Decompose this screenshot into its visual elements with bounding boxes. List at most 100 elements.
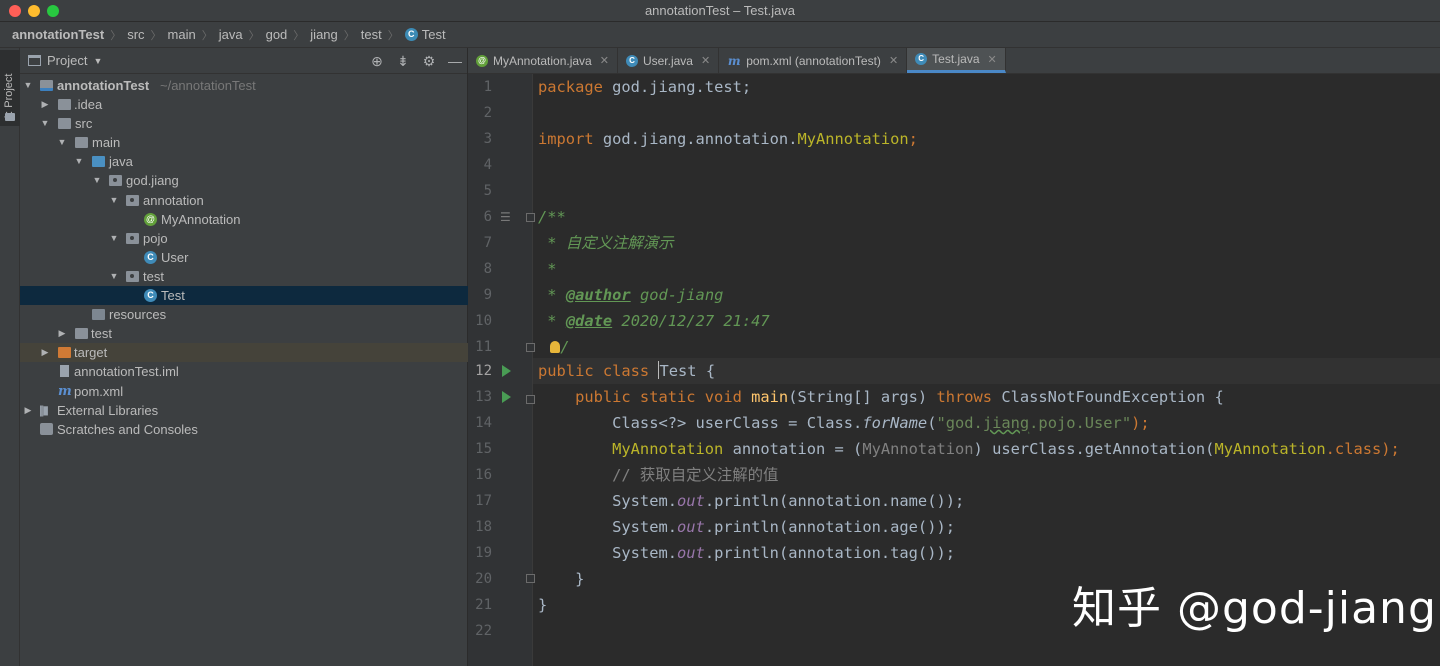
breadcrumb-item-java[interactable]: java [219,27,243,42]
breadcrumb-item-test-class[interactable]: C Test [404,27,446,42]
close-icon[interactable]: ✕ [701,54,710,67]
code-token: MyAnnotation [538,440,724,458]
tree-item-iml[interactable]: annotationTest.iml [20,362,468,381]
class-icon: C [915,53,928,65]
tree-item-annotationtest[interactable]: ▼ annotationTest ~/annotationTest [20,76,468,95]
close-icon[interactable]: ✕ [600,54,609,67]
chevron-down-icon[interactable]: ▼ [23,76,33,95]
close-icon[interactable]: ✕ [889,54,898,67]
tree-item-label: annotationTest.iml [74,364,179,380]
tree-item-resources[interactable]: resources [20,305,468,324]
tree-item-god-jiang[interactable]: ▼ god.jiang [20,171,468,190]
tree-item-test-folder[interactable]: ▶ test [20,324,468,343]
line-number: 22 [475,623,492,639]
class-icon: C [144,289,157,303]
tree-item-java[interactable]: ▼ java [20,152,468,171]
code-token: System. [538,518,677,536]
project-tool-tab[interactable]: 1: Project [0,50,20,126]
breadcrumb-item-main[interactable]: main [168,27,196,42]
tree-item-user[interactable]: C User [20,248,468,267]
fold-icon[interactable] [526,395,535,404]
line-number: 17 [475,493,492,509]
tree-item-pom[interactable]: m pom.xml [20,382,468,401]
chevron-down-icon[interactable]: ▼ [93,56,102,66]
scratches-icon [40,422,53,435]
rendered-doc-icon[interactable]: ☰ [500,204,511,230]
code-line-9: * @author god-jiang [538,282,723,308]
tab-label: MyAnnotation.java [493,53,592,68]
tree-item-target[interactable]: ▶ target [20,343,468,363]
chevron-right-icon[interactable]: ▶ [23,401,33,420]
code-line-11: / [538,334,570,360]
code-token: .println(annotation.age()); [704,518,955,536]
tree-item-label: src [75,116,93,132]
gear-icon[interactable]: ⚙ [421,53,437,69]
tab-label: User.java [642,53,693,68]
tree-item-src[interactable]: ▼ src [20,114,468,133]
tree-item-external-libraries[interactable]: ▶ |||▮ External Libraries [20,401,468,420]
code-line-3: import god.jiang.annotation.MyAnnotation… [538,126,918,152]
tree-item-main[interactable]: ▼ main [20,133,468,152]
code-line-18: System.out.println(annotation.age()); [538,514,955,540]
tree-item-label: Scratches and Consoles [57,421,198,437]
line-number: 4 [483,157,492,173]
code-token: Class<?> userClass = Class. [538,414,863,432]
lightbulb-icon[interactable] [550,341,561,353]
close-icon[interactable]: ✕ [988,53,997,66]
tab-test[interactable]: C Test.java ✕ [907,48,1006,73]
class-icon: C [144,250,157,264]
code-token: System. [538,492,677,510]
fold-icon[interactable] [526,343,535,352]
breadcrumb-item-test[interactable]: test [361,27,382,42]
tab-user[interactable]: C User.java ✕ [618,48,720,73]
code-editor[interactable]: 1 2 3 4 5 6 7 8 9 10 11 12 13 14 15 16 1… [468,74,1440,666]
run-class-icon[interactable] [502,365,511,377]
line-number: 21 [475,597,492,613]
code-token: ClassNotFoundException { [992,388,1224,406]
chevron-down-icon[interactable]: ▼ [74,152,84,171]
tree-item-label: test [143,268,164,284]
breadcrumb-item-annotationtest[interactable]: annotationTest [12,27,104,42]
chevron-right-icon: 〉 [248,29,260,42]
tree-item-pojo[interactable]: ▼ pojo [20,229,468,248]
hide-icon[interactable]: — [447,53,463,69]
fold-icon[interactable] [526,574,535,583]
code-line-12: public class Test { [538,358,715,384]
tree-item-annotation[interactable]: ▼ annotation [20,191,468,210]
chevron-right-icon[interactable]: ▶ [40,343,50,362]
locate-icon[interactable]: ⊕ [369,53,385,69]
chevron-down-icon[interactable]: ▼ [109,191,119,210]
tab-pom[interactable]: m pom.xml (annotationTest) ✕ [719,48,908,73]
run-main-icon[interactable] [502,391,511,403]
project-view-selector[interactable]: Project [47,53,87,68]
chevron-down-icon[interactable]: ▼ [40,114,50,133]
tree-item-idea[interactable]: ▶ .idea [20,95,468,114]
chevron-down-icon[interactable]: ▼ [109,267,119,286]
breadcrumb-item-jiang[interactable]: jiang [310,27,337,42]
tab-myannotation[interactable]: @ MyAnnotation.java ✕ [468,48,618,73]
chevron-right-icon[interactable]: ▶ [57,324,67,343]
tab-label: pom.xml (annotationTest) [746,53,881,68]
tree-item-scratches[interactable]: Scratches and Consoles [20,420,468,439]
code-token: @author [565,286,631,304]
tree-item-label: annotation [143,192,204,208]
module-folder-icon [40,80,53,91]
chevron-down-icon[interactable]: ▼ [57,133,67,152]
breadcrumb-item-src[interactable]: src [127,27,144,42]
chevron-down-icon[interactable]: ▼ [92,171,102,190]
line-number: 20 [475,571,492,587]
code-token: annotation = ( [723,440,863,458]
tree-item-myannotation[interactable]: @ MyAnnotation [20,210,468,229]
folder-icon [5,113,15,121]
collapse-all-icon[interactable]: ⇟ [395,53,411,69]
fold-icon[interactable] [526,213,535,222]
chevron-right-icon[interactable]: ▶ [40,95,50,114]
tree-item-test-package[interactable]: ▼ test [20,267,468,286]
breadcrumb-item-god[interactable]: god [266,27,288,42]
code-token: out [677,492,705,510]
tree-item-label: MyAnnotation [161,211,241,227]
tree-item-test-class[interactable]: C Test [20,286,468,306]
breadcrumb-label: Test [421,27,446,42]
chevron-down-icon[interactable]: ▼ [109,229,119,248]
